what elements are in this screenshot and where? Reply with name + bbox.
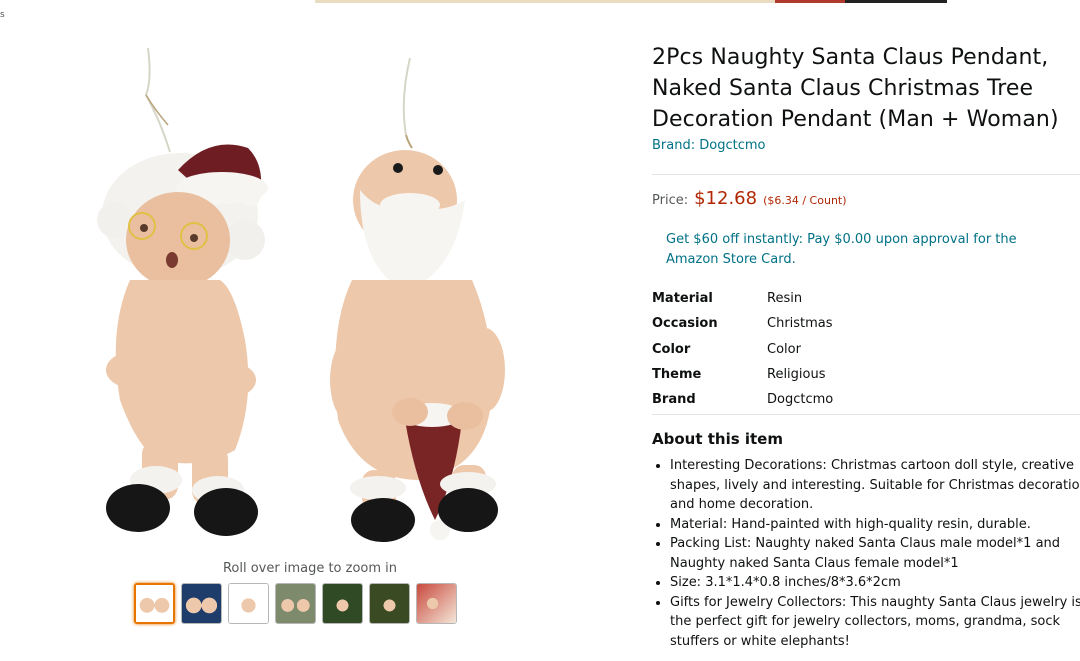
spec-row: Occasion Christmas <box>652 311 1072 336</box>
spec-key: Color <box>652 341 691 357</box>
divider <box>652 414 1080 415</box>
thumbnail-4[interactable] <box>275 583 316 624</box>
about-title: About this item <box>652 430 783 448</box>
price-value: $12.68 <box>694 188 758 209</box>
spec-row: Color Color <box>652 337 1072 362</box>
thumbnail-2[interactable] <box>181 583 222 624</box>
main-product-image[interactable] <box>60 40 580 560</box>
spec-value: Religious <box>767 367 826 383</box>
product-specs-table: Material Resin Occasion Christmas Color … <box>652 286 1072 412</box>
unit-price: ($6.34 / Count) <box>763 194 847 207</box>
list-item: Size: 3.1*1.4*0.8 inches/8*3.6*2cm <box>670 573 1080 593</box>
male-ornament-figure <box>330 57 505 542</box>
spec-key: Brand <box>652 392 696 408</box>
brand-link[interactable]: Brand: Dogctcmo <box>652 138 1080 153</box>
spec-key: Material <box>652 291 713 307</box>
top-banner-strip <box>315 0 947 3</box>
corner-mark: s <box>0 10 5 20</box>
spec-key: Theme <box>652 367 702 383</box>
thumbnail-6[interactable] <box>369 583 410 624</box>
spec-value: Color <box>767 341 801 357</box>
spec-key: Occasion <box>652 316 718 332</box>
thumbnail-5[interactable] <box>322 583 363 624</box>
thumbnail-7[interactable] <box>416 583 457 624</box>
product-title: 2Pcs Naughty Santa Claus Pendant, Naked … <box>652 45 1059 132</box>
spec-value: Christmas <box>767 316 833 332</box>
store-card-promo-link[interactable]: Get $60 off instantly: Pay $0.00 upon ap… <box>666 230 1066 269</box>
thumbnail-3[interactable] <box>228 583 269 624</box>
thumbnail-1[interactable] <box>134 583 175 624</box>
zoom-hint: Roll over image to zoom in <box>222 561 398 576</box>
divider <box>652 174 1080 175</box>
price-row: Price: $12.68 ($6.34 / Count) <box>652 188 847 209</box>
list-item: Material: Hand-painted with high-quality… <box>670 515 1080 535</box>
price-label: Price: <box>652 193 689 208</box>
about-bullets: Interesting Decorations: Christmas carto… <box>652 456 1080 651</box>
spec-value: Resin <box>767 291 803 307</box>
spec-row: Theme Religious <box>652 362 1072 387</box>
spec-row: Brand Dogctcmo <box>652 387 1072 412</box>
list-item: Interesting Decorations: Christmas carto… <box>670 456 1080 515</box>
thumbnail-strip <box>134 583 457 624</box>
list-item: Packing List: Naughty naked Santa Claus … <box>670 534 1080 573</box>
female-ornament-figure <box>97 47 268 536</box>
spec-value: Dogctcmo <box>767 392 834 408</box>
list-item: Gifts for Jewelry Collectors: This naugh… <box>670 593 1080 652</box>
spec-row: Material Resin <box>652 286 1072 311</box>
product-details: 2Pcs Naughty Santa Claus Pendant, Naked … <box>652 42 1080 153</box>
